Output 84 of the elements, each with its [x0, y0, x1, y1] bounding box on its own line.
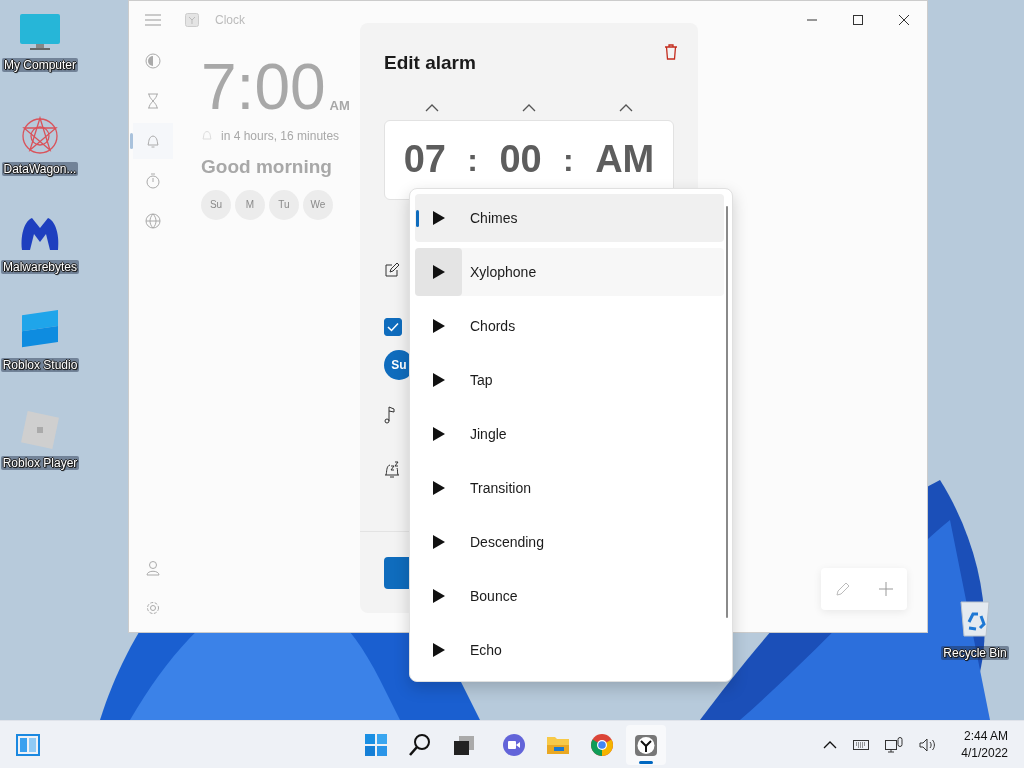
- play-icon: [431, 372, 446, 388]
- icon-label[interactable]: Roblox Player: [0, 456, 80, 471]
- sound-name: Transition: [470, 478, 531, 498]
- search-icon: [408, 732, 432, 757]
- video-chat-icon: [502, 732, 526, 757]
- network-icon[interactable]: [885, 736, 904, 753]
- window-title: Clock: [215, 12, 245, 29]
- sound-name: Bounce: [470, 586, 518, 606]
- sound-option[interactable]: Jingle: [415, 410, 724, 458]
- keyboard-icon[interactable]: [853, 739, 870, 750]
- dialog-title: Edit alarm: [384, 51, 476, 75]
- play-icon: [431, 534, 446, 550]
- taskbar-clock[interactable]: 2:44 AM 4/1/2022: [961, 728, 1008, 761]
- repeat-checkbox[interactable]: [384, 317, 402, 336]
- taskbar-app[interactable]: [626, 724, 666, 765]
- hour-value[interactable]: 07: [403, 131, 446, 188]
- time-separator: :: [563, 140, 574, 180]
- sound-option[interactable]: Echo: [415, 626, 724, 674]
- play-icon: [431, 642, 446, 658]
- icon-label[interactable]: Malwarebytes: [1, 260, 79, 275]
- day-chip: Tu: [269, 189, 299, 220]
- day-chip: Su: [201, 189, 231, 220]
- alarm-name: Good morning: [201, 155, 333, 179]
- day-chip: We: [303, 189, 333, 220]
- countdown-text: in 4 hours, 16 minutes: [221, 128, 340, 145]
- sound-option[interactable]: Transition: [415, 464, 724, 512]
- snooze-bell-icon: [384, 459, 400, 478]
- chevron-up-icon[interactable]: [618, 103, 633, 112]
- clock-date: 4/1/2022: [961, 744, 1008, 761]
- icon-label[interactable]: Roblox Studio: [0, 358, 80, 373]
- play-icon: [431, 318, 446, 334]
- sound-option[interactable]: Chords: [415, 302, 724, 350]
- minimize-icon: [805, 19, 819, 21]
- play-icon: [431, 210, 446, 226]
- clock-app-icon: [185, 13, 199, 27]
- minute-value[interactable]: 00: [499, 131, 542, 188]
- alarm-period: AM: [329, 96, 350, 115]
- music-note-icon: [384, 405, 396, 424]
- chevron-up-icon[interactable]: [522, 103, 536, 112]
- chevron-up-icon[interactable]: [425, 103, 440, 112]
- sound-name: Chords: [470, 316, 516, 336]
- chevron-up-icon[interactable]: [823, 740, 838, 749]
- sound-option[interactable]: Tap: [415, 356, 724, 404]
- delete-icon[interactable]: [664, 44, 678, 61]
- edit-icon: [384, 261, 400, 278]
- chrome-icon: [590, 732, 614, 757]
- sound-name: Tap: [470, 370, 493, 390]
- target-icon: [145, 53, 161, 69]
- play-button[interactable]: [415, 248, 462, 296]
- recycle-bin-icon[interactable]: [957, 598, 993, 638]
- sound-name: Descending: [470, 532, 544, 552]
- icon-label[interactable]: DataWagon...: [1, 162, 79, 177]
- time-separator: :: [467, 140, 478, 180]
- sound-option[interactable]: Xylophone: [415, 248, 724, 296]
- alarm-time: 7:00: [201, 55, 326, 119]
- icon-label[interactable]: Recycle Bin: [941, 646, 1009, 661]
- sound-name: Chimes: [470, 208, 518, 228]
- bell-icon: [201, 130, 213, 142]
- period-value[interactable]: AM: [595, 131, 655, 188]
- day-chip: M: [235, 189, 265, 220]
- volume-icon[interactable]: [919, 737, 938, 752]
- icon-label[interactable]: My Computer: [2, 58, 78, 73]
- stopwatch-icon: [145, 173, 161, 189]
- start-icon: [364, 732, 388, 757]
- play-icon: [431, 264, 446, 280]
- scrollbar[interactable]: [726, 206, 728, 618]
- sound-option[interactable]: Bounce: [415, 572, 724, 620]
- maximize-icon: [851, 13, 865, 27]
- sound-option[interactable]: Descending: [415, 518, 724, 566]
- sound-name: Echo: [470, 640, 502, 660]
- play-icon: [431, 588, 446, 604]
- sound-option[interactable]: Chimes: [415, 194, 724, 242]
- bell-icon: [145, 133, 161, 149]
- play-icon: [431, 426, 446, 442]
- hourglass-icon: [145, 93, 161, 109]
- play-icon: [431, 480, 446, 496]
- globe-icon: [145, 213, 161, 229]
- sound-name: Xylophone: [470, 262, 537, 282]
- checkmark-icon: [387, 321, 399, 332]
- close-icon: [897, 13, 911, 27]
- sound-name: Jingle: [470, 424, 507, 444]
- widgets-icon: [16, 733, 40, 756]
- clock-icon: [634, 732, 658, 757]
- clock-time: 2:44 AM: [962, 728, 1008, 745]
